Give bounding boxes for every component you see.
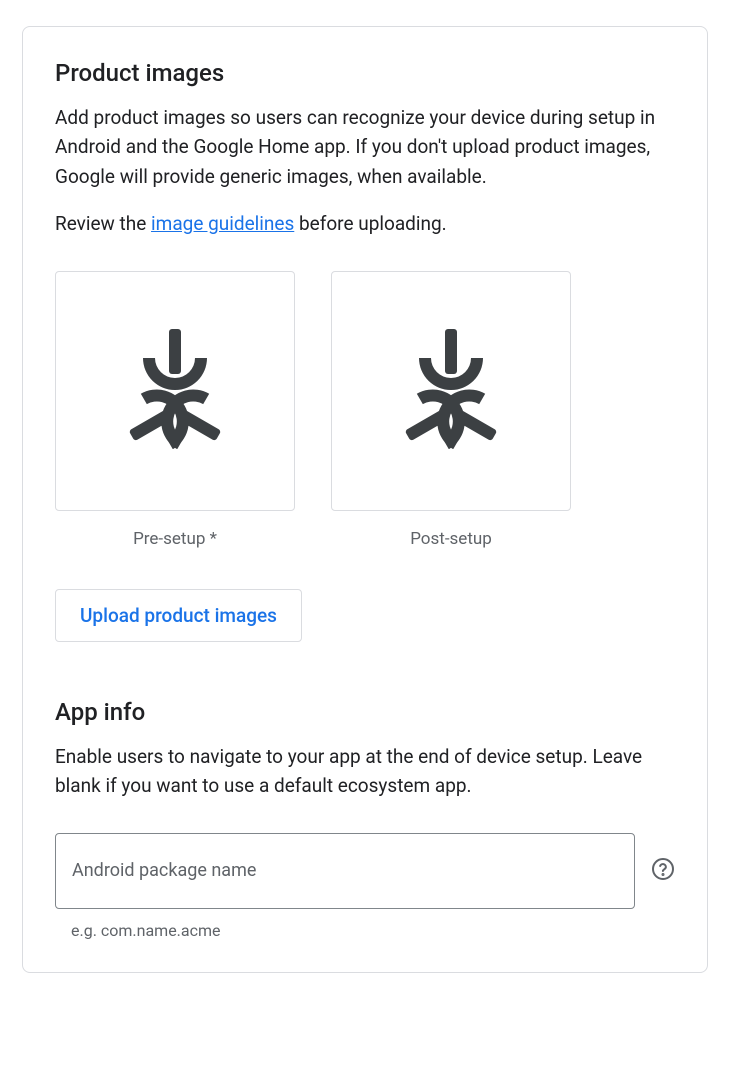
pre-setup-image-box[interactable]	[55, 271, 295, 511]
review-prefix: Review the	[55, 212, 151, 235]
guidelines-line: Review the image guidelines before uploa…	[55, 209, 675, 238]
post-setup-image-item: Post-setup	[331, 271, 571, 549]
product-images-description: Add product images so users can recogniz…	[55, 103, 675, 191]
product-images-section: Product images Add product images so use…	[55, 59, 675, 642]
android-package-name-input[interactable]	[55, 833, 635, 909]
app-info-heading: App info	[55, 698, 675, 726]
product-images-heading: Product images	[55, 59, 675, 87]
upload-product-images-button[interactable]: Upload product images	[55, 589, 302, 642]
package-name-row	[55, 833, 675, 909]
app-info-section: App info Enable users to navigate to you…	[55, 698, 675, 940]
image-guidelines-link[interactable]: image guidelines	[151, 212, 294, 235]
review-suffix: before uploading.	[294, 212, 446, 235]
matter-icon	[110, 329, 240, 453]
post-setup-caption: Post-setup	[331, 529, 571, 549]
settings-card: Product images Add product images so use…	[22, 26, 708, 973]
product-images-row: Pre-setup *	[55, 271, 675, 549]
app-info-description: Enable users to navigate to your app at …	[55, 742, 675, 801]
help-icon[interactable]	[651, 857, 675, 885]
matter-icon	[386, 329, 516, 453]
post-setup-image-box[interactable]	[331, 271, 571, 511]
package-name-helper: e.g. com.name.acme	[71, 921, 675, 940]
pre-setup-caption: Pre-setup *	[55, 529, 295, 549]
package-name-field-wrap	[55, 833, 635, 909]
pre-setup-image-item: Pre-setup *	[55, 271, 295, 549]
